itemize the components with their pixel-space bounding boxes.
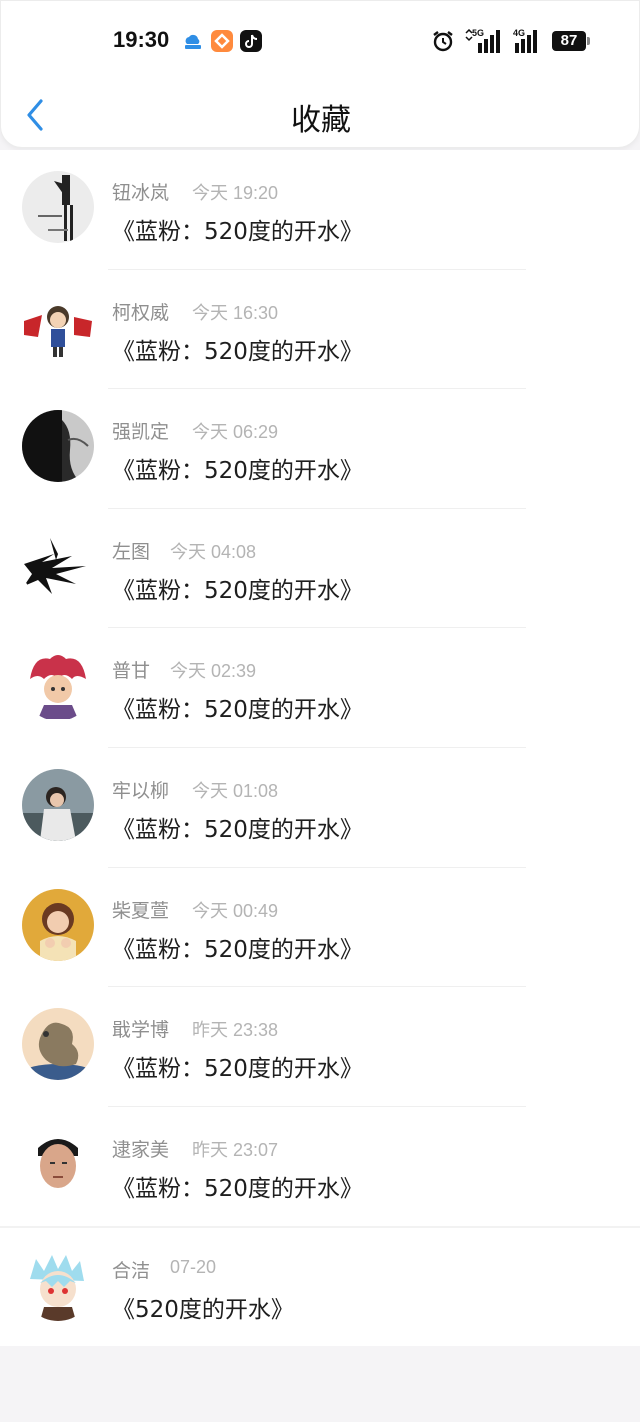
status-time: 19:30: [113, 27, 170, 52]
avatar: [22, 1008, 94, 1081]
item-content: 《蓝粉：520度的开水》: [112, 338, 363, 365]
item-name: 强凯定: [112, 421, 170, 444]
empty-area: [0, 1346, 640, 1422]
avatar: [22, 171, 94, 243]
list-item[interactable]: 逮家美 昨天 23:07 《蓝粉：520度的开水》: [0, 1106, 640, 1227]
item-content: 《蓝粉：520度的开水》: [112, 219, 363, 245]
item-name: 柯权威: [112, 301, 170, 324]
item-name: 柴夏萱: [112, 899, 170, 922]
item-content: 《蓝粉：520度的开水》: [112, 697, 363, 724]
avatar: [22, 410, 94, 483]
item-name: 钮冰岚: [112, 182, 170, 204]
alarm-icon: [431, 29, 455, 57]
cloud-app-icon: [182, 30, 204, 52]
favorites-list: 钮冰岚 今天 19:20 《蓝粉：520度的开水》 柯权威 今天 16:30 《…: [0, 150, 640, 1348]
list-item[interactable]: 柯权威 今天 16:30 《蓝粉：520度的开水》: [0, 269, 640, 390]
item-content: 《蓝粉：520度的开水》: [112, 936, 363, 963]
avatar: [22, 529, 94, 602]
item-name: 普甘: [112, 660, 151, 683]
list-item[interactable]: 合洁 07-20 《520度的开水》: [0, 1228, 640, 1348]
avatar: [22, 1249, 94, 1322]
list-item[interactable]: 柴夏萱 今天 00:49 《蓝粉：520度的开水》: [0, 867, 640, 988]
avatar: [22, 649, 94, 722]
item-time: 今天 00:49: [192, 900, 279, 921]
item-content: 《蓝粉：520度的开水》: [112, 1056, 363, 1083]
list-item[interactable]: 戢学博 昨天 23:38 《蓝粉：520度的开水》: [0, 987, 640, 1107]
item-time: 07-20: [170, 1257, 217, 1278]
status-bar: 19:30 5G 4G 87: [1, 21, 640, 63]
signal-4g-icon: [511, 29, 545, 57]
nav-bar: 收藏: [1, 81, 640, 149]
item-time: 今天 16:30: [192, 302, 279, 323]
item-time: 今天 06:29: [192, 422, 279, 443]
tiktok-app-icon: [240, 30, 262, 52]
avatar: [22, 888, 94, 961]
avatar: [22, 1127, 94, 1200]
item-name: 戢学博: [112, 1019, 170, 1042]
avatar: [22, 290, 94, 363]
item-time: 今天 04:08: [170, 541, 257, 562]
item-name: 左图: [112, 540, 151, 563]
list-item[interactable]: 牢以柳 今天 01:08 《蓝粉：520度的开水》: [0, 747, 640, 868]
item-content: 《蓝粉：520度的开水》: [112, 1175, 363, 1202]
item-name: 逮家美: [112, 1138, 170, 1161]
item-content: 《蓝粉：520度的开水》: [112, 816, 363, 843]
avatar: [22, 768, 94, 841]
signal-5g-icon: [464, 28, 506, 57]
header-card: 19:30 5G 4G 87 收藏: [0, 0, 640, 148]
list-item[interactable]: 强凯定 今天 06:29 《蓝粉：520度的开水》: [0, 389, 640, 509]
item-content: 《蓝粉：520度的开水》: [112, 458, 363, 485]
item-time: 今天 19:20: [192, 183, 279, 203]
battery-indicator: 87: [552, 31, 586, 51]
item-content: 《520度的开水》: [112, 1297, 294, 1324]
item-time: 昨天 23:38: [192, 1020, 279, 1041]
item-name: 合洁: [112, 1260, 151, 1283]
item-content: 《蓝粉：520度的开水》: [112, 577, 363, 604]
item-name: 牢以柳: [112, 779, 170, 802]
orange-app-icon: [211, 30, 233, 52]
item-time: 昨天 23:07: [192, 1139, 279, 1160]
list-item[interactable]: 普甘 今天 02:39 《蓝粉：520度的开水》: [0, 628, 640, 748]
page-title: 收藏: [291, 103, 351, 138]
item-time: 今天 02:39: [170, 661, 257, 682]
list-item[interactable]: 左图 今天 04:08 《蓝粉：520度的开水》: [0, 508, 640, 629]
item-time: 今天 01:08: [192, 780, 279, 801]
list-item[interactable]: 钮冰岚 今天 19:20 《蓝粉：520度的开水》: [0, 150, 640, 270]
battery-tip: [587, 37, 590, 45]
